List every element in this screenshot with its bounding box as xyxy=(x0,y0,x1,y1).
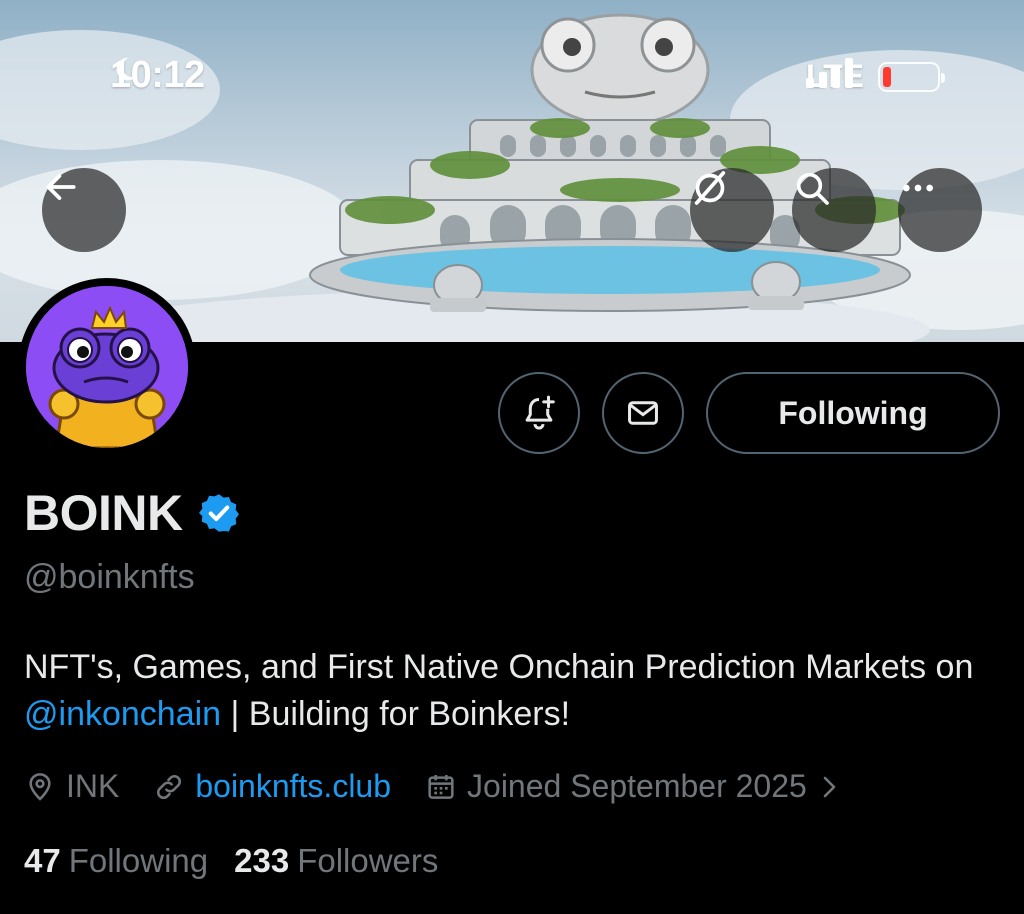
display-name: BOINK xyxy=(24,485,183,541)
frog-mascot-image xyxy=(26,286,188,448)
status-indicators: LTE xyxy=(805,58,945,95)
verified-badge-icon[interactable] xyxy=(197,491,241,535)
back-button[interactable] xyxy=(42,168,126,252)
arrow-left-icon xyxy=(46,174,76,200)
avatar-image xyxy=(26,286,188,448)
profile-name-row: BOINK xyxy=(24,484,241,542)
link-icon xyxy=(157,774,182,799)
battery-icon xyxy=(878,61,945,92)
profile-handle: @boinknfts xyxy=(24,558,195,596)
followers-stat[interactable]: 233 Followers xyxy=(234,842,438,880)
following-stat[interactable]: 47 Following xyxy=(24,842,208,880)
joined-text: Joined September 2025 xyxy=(467,768,807,804)
location-text: INK xyxy=(66,768,120,804)
bio-mention-link[interactable]: @inkonchain xyxy=(24,695,221,733)
follow-stats: 47 Following 233 Followers xyxy=(24,842,438,880)
search-icon xyxy=(796,172,829,205)
location-pin-icon xyxy=(29,772,51,801)
grok-button[interactable] xyxy=(690,168,774,252)
bell-plus-icon xyxy=(525,395,555,430)
bio-text-start: NFT's, Games, and First Native Onchain P… xyxy=(24,648,974,686)
signal-icon xyxy=(805,58,853,88)
followers-label: Followers xyxy=(297,842,439,879)
website[interactable]: boinknfts.club xyxy=(153,768,391,805)
bio-text-end: | Building for Boinkers! xyxy=(221,695,571,733)
notifications-button[interactable] xyxy=(498,372,580,454)
location: INK xyxy=(24,768,119,805)
more-horizontal-icon xyxy=(903,184,933,192)
grok-icon xyxy=(694,171,726,205)
profile-avatar[interactable] xyxy=(18,278,196,456)
joined-date[interactable]: Joined September 2025 xyxy=(425,768,841,805)
status-time: 10:12 xyxy=(110,54,205,96)
envelope-icon xyxy=(628,401,658,425)
following-label: Following xyxy=(68,842,209,879)
more-button[interactable] xyxy=(898,168,982,252)
followers-count: 233 xyxy=(234,842,290,879)
website-link[interactable]: boinknfts.club xyxy=(195,768,391,805)
search-button[interactable] xyxy=(792,168,876,252)
following-button[interactable]: Following xyxy=(706,372,1000,454)
chevron-right-icon xyxy=(823,776,836,797)
calendar-icon xyxy=(428,774,454,799)
profile-bio: NFT's, Games, and First Native Onchain P… xyxy=(24,644,1004,738)
profile-meta: INK boinknfts.club Joined September 2025 xyxy=(24,768,875,805)
moon-icon xyxy=(116,57,137,81)
following-count: 47 xyxy=(24,842,61,879)
message-button[interactable] xyxy=(602,372,684,454)
